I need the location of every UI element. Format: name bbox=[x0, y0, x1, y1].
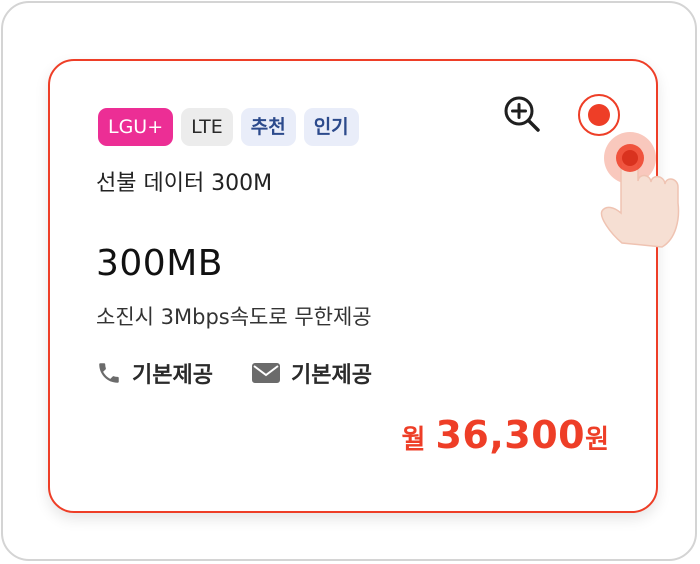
feature-voice-label: 기본제공 bbox=[132, 363, 213, 388]
data-description: 소진시 3Mbps속도로 무한제공 bbox=[96, 305, 372, 329]
feature-list: 기본제공 기본제공 bbox=[96, 357, 372, 389]
price-suffix: 원 bbox=[585, 425, 609, 455]
tag-network: LTE bbox=[181, 108, 233, 146]
price-value: 36,300 bbox=[435, 413, 586, 457]
feature-sms-label: 기본제공 bbox=[290, 363, 372, 388]
zoom-button[interactable] bbox=[500, 92, 544, 136]
data-amount: 300MB bbox=[96, 243, 223, 284]
price: 월 36,300 원 bbox=[402, 413, 609, 457]
price-prefix: 월 bbox=[401, 425, 426, 455]
mail-icon bbox=[251, 363, 280, 383]
plan-name: 선불 데이터 300M bbox=[96, 171, 273, 196]
tap-hand-icon bbox=[600, 132, 680, 248]
select-radio-button[interactable] bbox=[577, 93, 621, 137]
radio-selected-icon bbox=[578, 94, 620, 136]
tag-carrier: LGU+ bbox=[98, 108, 174, 146]
feature-sms: 기본제공 bbox=[251, 357, 372, 389]
phone-icon bbox=[99, 363, 119, 383]
tag-recommended: 추천 bbox=[240, 108, 296, 146]
feature-voice: 기본제공 bbox=[96, 357, 213, 389]
tag-popular: 인기 bbox=[303, 108, 359, 146]
tag-list: LGU+ LTE 추천 인기 bbox=[98, 108, 359, 146]
zoom-in-icon bbox=[504, 96, 540, 132]
plan-card[interactable]: LGU+ LTE 추천 인기 선불 데이터 300M 300MB 소진시 3Mb… bbox=[48, 59, 680, 513]
screen-frame: LGU+ LTE 추천 인기 선불 데이터 300M 300MB 소진시 3Mb… bbox=[1, 1, 697, 561]
